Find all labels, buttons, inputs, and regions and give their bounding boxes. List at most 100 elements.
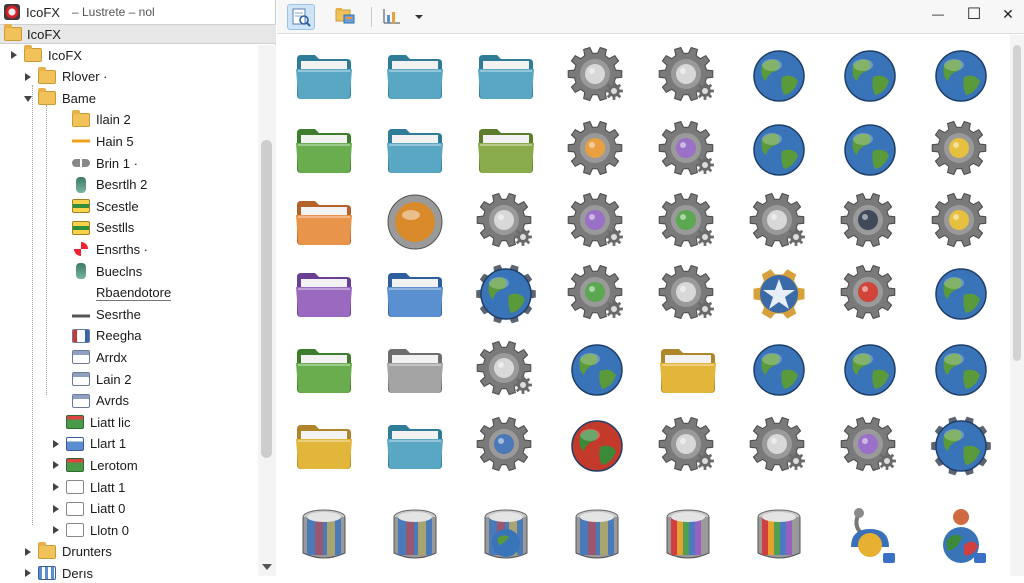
- tree-item[interactable]: Llatt 1: [52, 477, 125, 497]
- gear-gray-icon[interactable]: [475, 339, 537, 401]
- maximize-button[interactable]: ☐: [959, 3, 989, 25]
- folder-gray-icon[interactable]: [384, 339, 446, 401]
- chart-button[interactable]: [379, 4, 407, 30]
- tree-item[interactable]: Lerotom: [52, 455, 138, 475]
- gear-red-icon[interactable]: [839, 263, 901, 325]
- drum-blue-icon[interactable]: [293, 503, 355, 565]
- tree-item[interactable]: Reegha: [58, 326, 142, 346]
- folder-blue-icon[interactable]: [384, 263, 446, 325]
- tree-item[interactable]: Lain 2: [58, 369, 131, 389]
- chevron-down-icon[interactable]: [24, 93, 32, 103]
- folder-olive-icon[interactable]: [475, 119, 537, 181]
- scroll-down-arrow-icon[interactable]: [262, 564, 272, 570]
- folder-green-icon[interactable]: [293, 339, 355, 401]
- drum-blue-icon[interactable]: [384, 503, 446, 565]
- chevron-right-icon[interactable]: [24, 568, 32, 578]
- close-button[interactable]: ✕: [993, 3, 1023, 25]
- dropdown-button[interactable]: [409, 4, 427, 30]
- gallery-scroll-thumb[interactable]: [1013, 45, 1021, 361]
- drum-globe-icon[interactable]: [566, 503, 628, 565]
- star-badge-icon[interactable]: [748, 263, 810, 325]
- robot-globe-icon[interactable]: [930, 503, 992, 565]
- lamp-yellow-icon[interactable]: [839, 503, 901, 565]
- tree-item[interactable]: Llart 1: [52, 434, 126, 454]
- tree-root-item[interactable]: IcoFX: [0, 24, 276, 44]
- chevron-right-icon[interactable]: [52, 460, 60, 470]
- folder-yellow-icon[interactable]: [293, 415, 355, 477]
- globe-icon[interactable]: [930, 45, 992, 107]
- orb-orange-icon[interactable]: [384, 191, 446, 253]
- globe-gear-icon[interactable]: [475, 263, 537, 325]
- globe-icon[interactable]: [839, 119, 901, 181]
- chevron-right-icon[interactable]: [52, 504, 60, 514]
- globe-icon[interactable]: [566, 339, 628, 401]
- tree-item[interactable]: Liatt lic: [52, 412, 130, 432]
- tree-item[interactable]: Bueclns: [58, 261, 142, 281]
- tree-item[interactable]: Rbaendotore: [58, 283, 172, 303]
- chevron-right-icon[interactable]: [52, 439, 60, 449]
- tree-item[interactable]: Ensrths ·: [58, 239, 148, 259]
- folder-view-button[interactable]: [332, 4, 360, 30]
- gear-dark-icon[interactable]: [839, 191, 901, 253]
- gallery-scrollbar[interactable]: [1010, 35, 1024, 576]
- tree-scrollbar[interactable]: [258, 45, 276, 576]
- folder-teal-icon[interactable]: [384, 415, 446, 477]
- chevron-right-icon[interactable]: [24, 72, 32, 82]
- globe-drum-icon[interactable]: [475, 503, 537, 565]
- gear-gray-icon[interactable]: [475, 191, 537, 253]
- drum-rainbow-icon[interactable]: [748, 503, 810, 565]
- globe-icon[interactable]: [748, 339, 810, 401]
- gear-gray-icon[interactable]: [657, 415, 719, 477]
- chevron-right-icon[interactable]: [52, 482, 60, 492]
- gear-purple-icon[interactable]: [566, 191, 628, 253]
- gear-gray-icon[interactable]: [657, 263, 719, 325]
- chevron-right-icon[interactable]: [24, 547, 32, 557]
- globe-icon[interactable]: [839, 45, 901, 107]
- tree-scroll-thumb[interactable]: [261, 140, 272, 458]
- gear-orange-icon[interactable]: [566, 119, 628, 181]
- folder-teal-icon[interactable]: [384, 45, 446, 107]
- globe-icon[interactable]: [748, 45, 810, 107]
- gear-yellow-icon[interactable]: [930, 119, 992, 181]
- globe-icon[interactable]: [839, 339, 901, 401]
- tree-item[interactable]: Avrds: [58, 391, 129, 411]
- globe-icon[interactable]: [930, 339, 992, 401]
- folder-teal-icon[interactable]: [384, 119, 446, 181]
- tree-item[interactable]: Liatt 0: [52, 499, 125, 519]
- folder-green-icon[interactable]: [293, 119, 355, 181]
- folder-teal-icon[interactable]: [293, 45, 355, 107]
- folder-yellow-icon[interactable]: [657, 339, 719, 401]
- tree-item[interactable]: Hain 5: [58, 131, 134, 151]
- folder-orange-icon[interactable]: [293, 191, 355, 253]
- globe-gear-icon[interactable]: [930, 415, 992, 477]
- folder-purple-icon[interactable]: [293, 263, 355, 325]
- tree-item[interactable]: Besrtlh 2: [58, 175, 147, 195]
- search-view-button[interactable]: [287, 4, 315, 30]
- globe-icon[interactable]: [748, 119, 810, 181]
- minimize-button[interactable]: —: [923, 3, 953, 25]
- gear-yellow-icon[interactable]: [930, 191, 992, 253]
- gear-gray-icon[interactable]: [748, 191, 810, 253]
- globe-icon[interactable]: [930, 263, 992, 325]
- tree-item[interactable]: Sestlls: [58, 218, 134, 238]
- gear-gray-icon[interactable]: [748, 415, 810, 477]
- chevron-right-icon[interactable]: [10, 50, 18, 60]
- gear-gray-icon[interactable]: [566, 45, 628, 107]
- chevron-right-icon[interactable]: [52, 525, 60, 535]
- tree-item[interactable]: Rlover ·: [24, 66, 108, 87]
- tree-item[interactable]: Derıs: [24, 563, 93, 583]
- tree-item[interactable]: Ilain 2: [58, 109, 131, 130]
- tree-item[interactable]: Drunters: [24, 541, 112, 562]
- tree-item[interactable]: IcoFX: [10, 45, 82, 65]
- tree-item[interactable]: Scestle: [58, 196, 139, 216]
- gear-green-icon[interactable]: [566, 263, 628, 325]
- tree-item[interactable]: Brin 1 ·: [58, 153, 138, 173]
- gear-blue-icon[interactable]: [475, 415, 537, 477]
- tree-item[interactable]: Arrdx: [58, 347, 127, 367]
- gear-gray-icon[interactable]: [657, 45, 719, 107]
- gear-green-icon[interactable]: [657, 191, 719, 253]
- gear-purple-icon[interactable]: [657, 119, 719, 181]
- drum-rainbow-icon[interactable]: [657, 503, 719, 565]
- tree-item[interactable]: Bame: [24, 88, 96, 108]
- tree-item[interactable]: Llotn 0: [52, 520, 129, 540]
